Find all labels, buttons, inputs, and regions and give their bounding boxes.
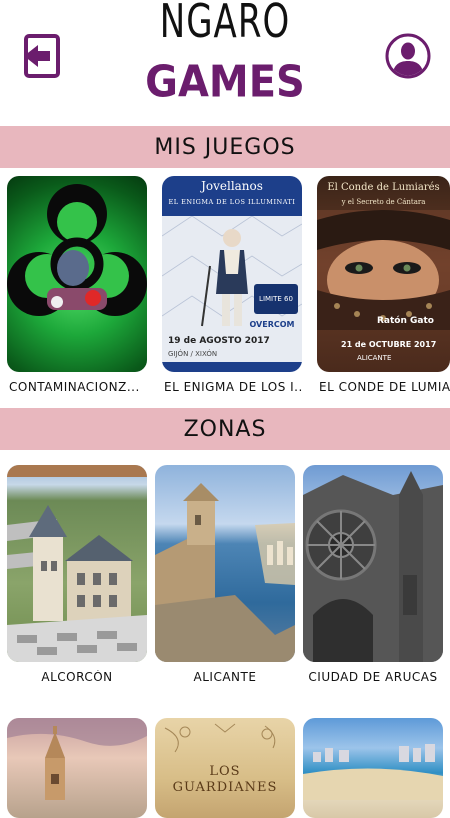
coast-illustration bbox=[155, 483, 295, 662]
logo-top-text: NGARO bbox=[159, 0, 291, 50]
poster-subtitle: EL ENIGMA DE LOS ILLUMINATI bbox=[168, 198, 296, 206]
poster-title: El Conde de Lumiarés bbox=[327, 182, 440, 193]
games-section-title: MIS JUEGOS bbox=[154, 134, 296, 160]
game-label: EL ENIGMA DE LOS I... bbox=[164, 380, 304, 394]
poster-brand: Ratón Gato bbox=[377, 316, 434, 326]
castle-illustration bbox=[7, 465, 147, 662]
cathedral-illustration bbox=[303, 471, 443, 662]
poster-badge: LIMITE 60 bbox=[254, 284, 298, 314]
back-button[interactable] bbox=[22, 32, 62, 80]
zone-label: ALICANTE bbox=[193, 670, 257, 684]
profile-button[interactable] bbox=[384, 32, 432, 80]
zone-card-6[interactable] bbox=[303, 718, 443, 818]
user-icon bbox=[385, 33, 431, 79]
app-logo: NGARO GAMES bbox=[145, 0, 305, 108]
game-card-conde-lumiares[interactable]: El Conde de Lumiarés y el Secreto de Cán… bbox=[317, 176, 450, 372]
zones-section-title: ZONAS bbox=[183, 416, 267, 442]
zones-section-header: ZONAS bbox=[0, 408, 450, 450]
poster-date: 21 de OCTUBRE 2017 bbox=[341, 340, 437, 349]
zone-card-alicante[interactable] bbox=[155, 465, 295, 662]
zone-card-5[interactable]: LOS GUARDIANES bbox=[155, 718, 295, 818]
biohazard-icon bbox=[7, 184, 147, 316]
map-card-text: LOS GUARDIANES bbox=[172, 764, 278, 795]
tower-illustration bbox=[7, 718, 147, 800]
logo-bottom-text: GAMES bbox=[145, 56, 305, 108]
zone-card-arucas[interactable] bbox=[303, 465, 443, 662]
zone-card-alcorcon[interactable] bbox=[7, 465, 147, 662]
beach-illustration bbox=[303, 744, 443, 800]
poster-place: GIJÓN / XIXÓN bbox=[168, 350, 218, 358]
logout-icon bbox=[24, 34, 60, 78]
poster-face-illustration bbox=[317, 210, 450, 330]
zone-label: ALCORCÓN bbox=[41, 670, 113, 684]
game-card-enigma-illuminati[interactable]: Jovellanos EL ENIGMA DE LOS ILLUMINATI L… bbox=[162, 176, 302, 372]
zone-card-4[interactable] bbox=[7, 718, 147, 818]
poster-title: Jovellanos bbox=[201, 179, 263, 193]
poster-footer-band bbox=[162, 362, 302, 372]
games-section-header: MIS JUEGOS bbox=[0, 126, 450, 168]
poster-subtitle: y el Secreto de Cántara bbox=[341, 198, 426, 206]
game-label: CONTAMINACIONZ... bbox=[9, 380, 140, 394]
game-label: EL CONDE DE LUMIA... bbox=[319, 380, 450, 394]
poster-illustration bbox=[162, 216, 302, 327]
app-header: NGARO GAMES bbox=[0, 0, 450, 125]
poster-sponsor: OVERCOM bbox=[249, 320, 295, 329]
poster-date: 19 de AGOSTO 2017 bbox=[168, 336, 270, 346]
game-card-contaminacionz[interactable] bbox=[7, 176, 147, 372]
zone-label: CIUDAD DE ARUCAS bbox=[308, 670, 438, 684]
poster-place: ALICANTE bbox=[357, 354, 392, 362]
